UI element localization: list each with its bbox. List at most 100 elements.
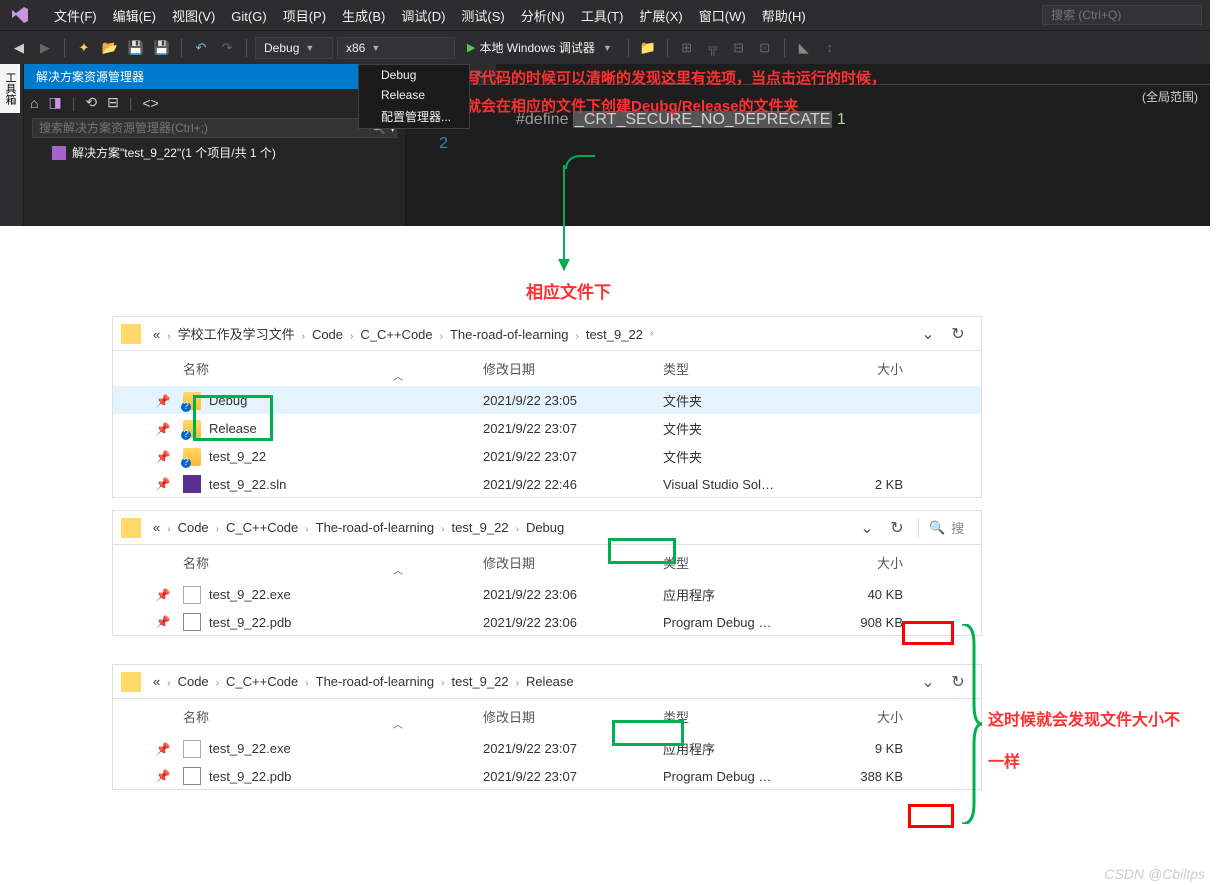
save-all-icon[interactable]: 💾 — [151, 37, 173, 59]
nav-back-icon[interactable]: ◀ — [8, 37, 30, 59]
menu-item-debug[interactable]: Debug — [359, 65, 469, 85]
undo-icon[interactable]: ↶ — [190, 37, 212, 59]
home-icon[interactable]: ⌂ — [30, 95, 38, 111]
crumb-item[interactable]: Code — [174, 672, 213, 691]
col-name-header[interactable]: 名称 — [183, 707, 483, 726]
col-name-header[interactable]: 名称 — [183, 359, 483, 378]
file-name: test_9_22.pdb — [209, 769, 291, 784]
crumb-item[interactable]: « — [149, 518, 164, 537]
dropdown-icon[interactable]: ⌄ — [913, 324, 943, 344]
col-type-header[interactable]: 类型 — [663, 553, 823, 572]
menu-视图(V)[interactable]: 视图(V) — [164, 6, 223, 27]
toolbox-tab[interactable]: 工具箱 — [0, 64, 20, 113]
crumb-item[interactable]: Release — [522, 672, 578, 691]
refresh-icon[interactable]: ↻ — [882, 518, 912, 538]
menu-工具(T)[interactable]: 工具(T) — [573, 6, 632, 27]
toolbar-icon[interactable]: ⊞ — [676, 37, 698, 59]
file-row[interactable]: 📌 test_9_22.exe 2021/9/22 23:06 应用程序 40 … — [113, 580, 981, 608]
menu-扩展(X)[interactable]: 扩展(X) — [631, 6, 690, 27]
brace-annotation — [958, 624, 982, 824]
menu-调试(D)[interactable]: 调试(D) — [393, 6, 453, 27]
dropdown-icon[interactable]: ⌄ — [852, 518, 882, 538]
col-type-header[interactable]: 类型 — [663, 707, 823, 726]
crumb-item[interactable]: Debug — [522, 518, 568, 537]
crumb-item[interactable]: « — [149, 325, 164, 344]
crumb-item[interactable]: Code — [308, 325, 347, 344]
col-name-header[interactable]: 名称 — [183, 553, 483, 572]
menu-测试(S)[interactable]: 测试(S) — [453, 6, 512, 27]
explorer-search[interactable]: 🔍 搜 — [918, 518, 973, 537]
file-row[interactable]: 📌 test_9_22.pdb 2021/9/22 23:06 Program … — [113, 608, 981, 635]
crumb-item[interactable]: C_C++Code — [222, 672, 302, 691]
annotation-text-3: 相应文件下 — [526, 278, 611, 303]
toolbar-icon[interactable]: ⊡ — [754, 37, 776, 59]
menu-生成(B)[interactable]: 生成(B) — [334, 6, 393, 27]
pin-icon[interactable]: 📌 — [143, 742, 183, 756]
col-size-header[interactable]: 大小 — [823, 707, 903, 726]
global-search-input[interactable] — [1042, 5, 1202, 25]
tree-icon[interactable]: ◨ — [48, 94, 61, 111]
menu-分析(N)[interactable]: 分析(N) — [513, 6, 573, 27]
toolbar-icon[interactable]: ⊟ — [728, 37, 750, 59]
run-button[interactable]: ▶ 本地 Windows 调试器 ▼ — [459, 37, 620, 58]
menu-Git(G)[interactable]: Git(G) — [223, 6, 274, 27]
file-row[interactable]: 📌 test_9_22.sln 2021/9/22 22:46 Visual S… — [113, 470, 981, 497]
refresh-icon[interactable]: ↻ — [943, 324, 973, 344]
bookmark-icon[interactable]: ◣ — [793, 37, 815, 59]
platform-dropdown[interactable]: x86▼ — [337, 37, 455, 59]
crumb-item[interactable]: The-road-of-learning — [446, 325, 573, 344]
toolbar-icon[interactable]: ↕ — [819, 37, 841, 59]
nav-fwd-icon[interactable]: ▶ — [34, 37, 56, 59]
config-dropdown[interactable]: Debug▼ — [255, 37, 333, 59]
dropdown-icon[interactable]: ⌄ — [913, 672, 943, 692]
open-icon[interactable]: 📂 — [99, 37, 121, 59]
solution-search: 🔍 ▾ — [32, 118, 397, 138]
crumb-item[interactable]: C_C++Code — [222, 518, 302, 537]
refresh-icon[interactable]: ⟲ — [85, 94, 97, 111]
col-size-header[interactable]: 大小 — [823, 359, 903, 378]
pin-icon[interactable]: 📌 — [143, 450, 183, 464]
file-row[interactable]: 📌 test_9_22.pdb 2021/9/22 23:07 Program … — [113, 762, 981, 789]
crumb-item[interactable]: test_9_22 — [582, 325, 647, 344]
crumb-item[interactable]: Code — [174, 518, 213, 537]
menu-帮助(H)[interactable]: 帮助(H) — [754, 6, 814, 27]
file-row[interactable]: 📌 test_9_22 2021/9/22 23:07 文件夹 — [113, 442, 981, 470]
crumb-item[interactable]: The-road-of-learning — [312, 518, 439, 537]
save-icon[interactable]: 💾 — [125, 37, 147, 59]
crumb-item[interactable]: C_C++Code — [356, 325, 436, 344]
collapse-icon[interactable]: ⊟ — [107, 94, 119, 111]
file-row[interactable]: 📌 test_9_22.exe 2021/9/22 23:07 应用程序 9 K… — [113, 734, 981, 762]
col-size-header[interactable]: 大小 — [823, 553, 903, 572]
pin-icon[interactable]: 📌 — [143, 769, 183, 783]
crumb-item[interactable]: The-road-of-learning — [312, 672, 439, 691]
file-name: test_9_22.sln — [209, 477, 286, 492]
pin-icon[interactable]: 📌 — [143, 422, 183, 436]
pin-icon[interactable]: 📌 — [143, 394, 183, 408]
menu-编辑(E)[interactable]: 编辑(E) — [105, 6, 164, 27]
menu-item-release[interactable]: Release — [359, 85, 469, 105]
menu-项目(P)[interactable]: 项目(P) — [275, 6, 334, 27]
crumb-item[interactable]: 学校工作及学习文件 — [174, 325, 299, 344]
solution-root-item[interactable]: 解决方案"test_9_22"(1 个项目/共 1 个) — [24, 140, 405, 165]
crumb-item[interactable]: test_9_22 — [447, 672, 512, 691]
col-type-header[interactable]: 类型 — [663, 359, 823, 378]
toolbar-icon[interactable]: ╦ — [702, 37, 724, 59]
menu-窗口(W)[interactable]: 窗口(W) — [691, 6, 754, 27]
col-date-header[interactable]: 修改日期 — [483, 359, 663, 378]
pin-icon[interactable]: 📌 — [143, 477, 183, 491]
crumb-item[interactable]: test_9_22 — [447, 518, 512, 537]
menu-item-config-manager[interactable]: 配置管理器... — [359, 105, 469, 128]
code-icon[interactable]: <> — [142, 95, 158, 111]
crumb-item[interactable]: « — [149, 672, 164, 691]
watermark: CSDN @Cbiltps — [1104, 866, 1205, 882]
file-date: 2021/9/22 23:07 — [483, 769, 663, 784]
pin-icon[interactable]: 📌 — [143, 615, 183, 629]
menu-文件(F)[interactable]: 文件(F) — [46, 6, 105, 27]
new-project-icon[interactable]: ✦ — [73, 37, 95, 59]
folder-icon[interactable]: 📁 — [637, 37, 659, 59]
solution-toolbar: ⌂ ◨ | ⟲ ⊟ | <> — [24, 89, 405, 116]
pin-icon[interactable]: 📌 — [143, 588, 183, 602]
solution-explorer: 解决方案资源管理器 ⌂ ◨ | ⟲ ⊟ | <> 🔍 ▾ 解决方案"test_9… — [24, 64, 406, 226]
redo-icon[interactable]: ↷ — [216, 37, 238, 59]
solution-search-input[interactable] — [32, 118, 371, 138]
